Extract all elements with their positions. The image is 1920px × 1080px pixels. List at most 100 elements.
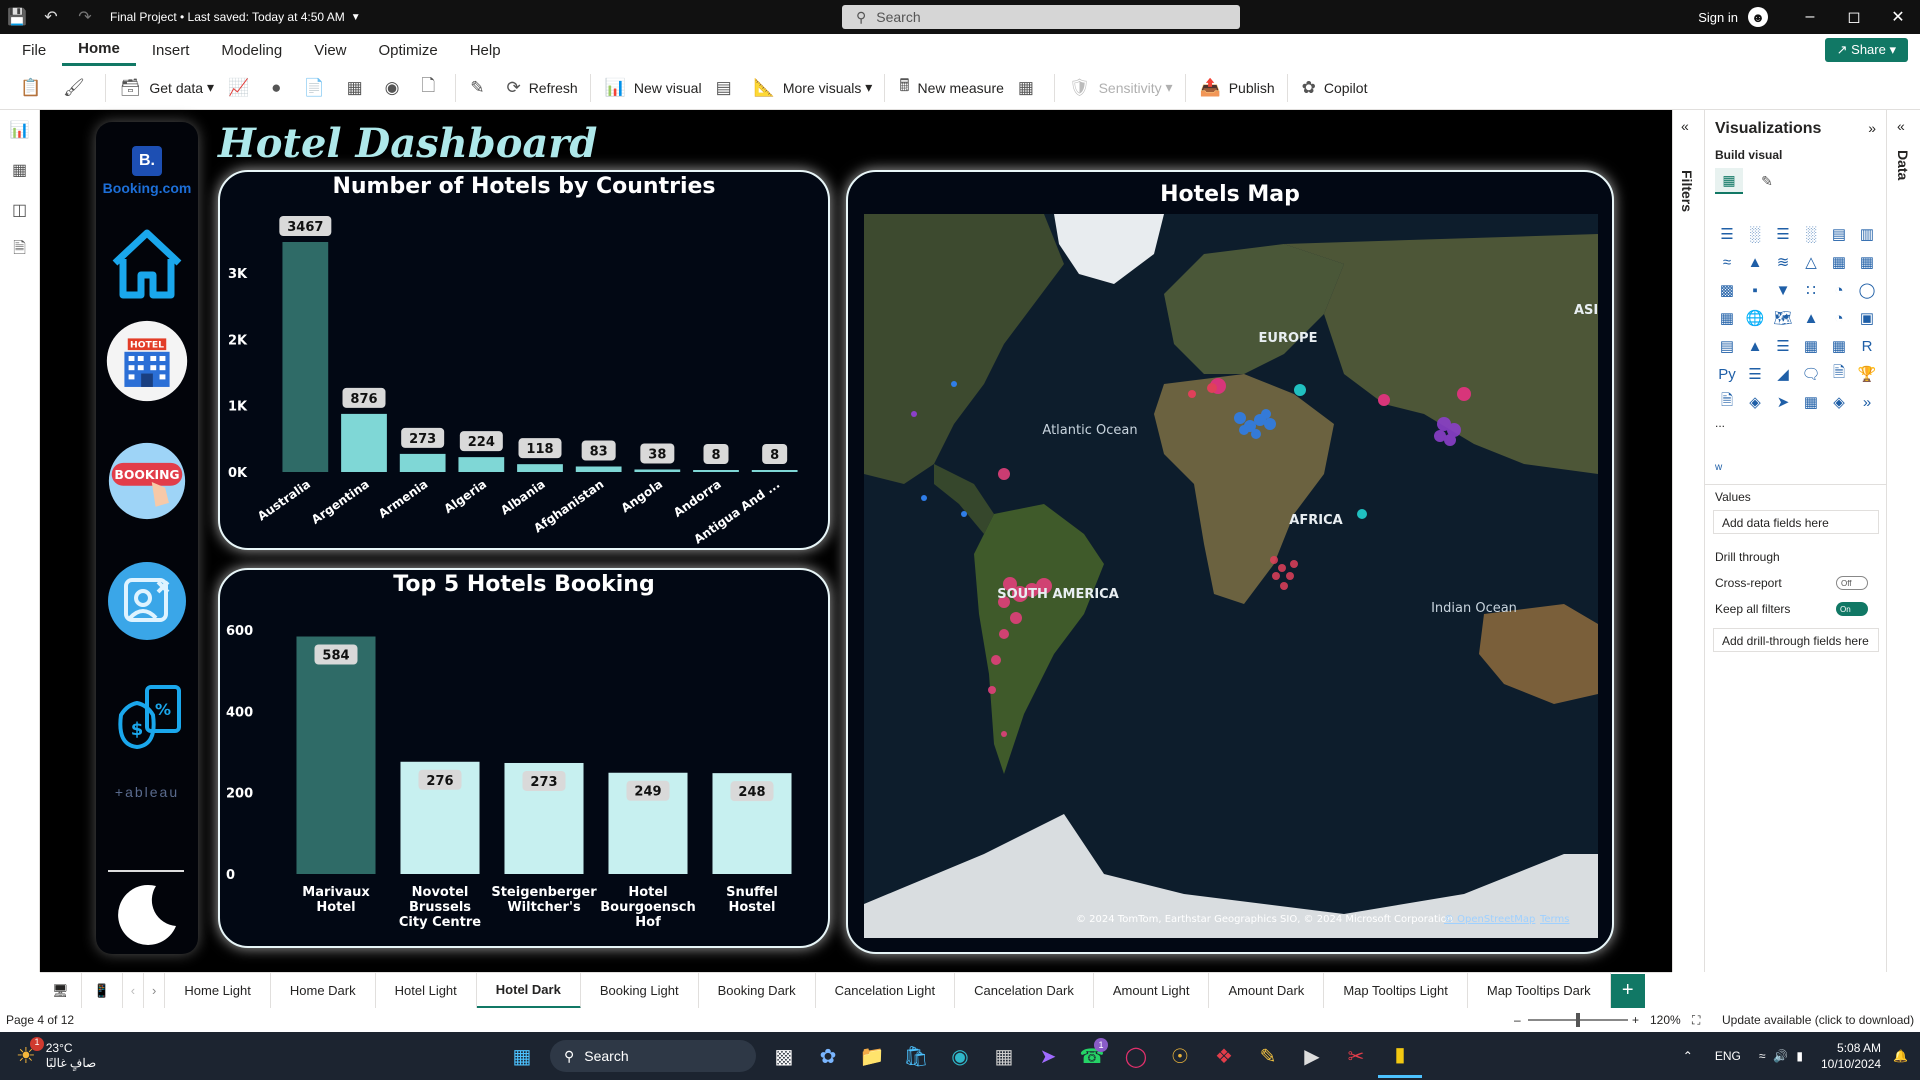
account-icon[interactable]: ☻	[1748, 7, 1768, 27]
line-clustered-icon[interactable]: ▦	[1853, 248, 1881, 276]
collapse-icon[interactable]: «	[1897, 118, 1905, 134]
more-visuals-button[interactable]: 📐 More visuals ▾	[754, 72, 873, 104]
menu-view[interactable]: View	[298, 34, 362, 66]
prev-page-icon[interactable]: ‹	[123, 972, 145, 1009]
page-tab[interactable]: Hotel Light	[376, 972, 477, 1009]
terminal-icon[interactable]: ▦	[982, 1034, 1026, 1078]
page-tab[interactable]: Map Tooltips Light	[1324, 972, 1468, 1009]
pie-icon[interactable]: ◔	[1825, 276, 1853, 304]
menu-modeling[interactable]: Modeling	[205, 34, 298, 66]
mobile-layout-icon[interactable]: 📱	[82, 972, 123, 1009]
hotels-map[interactable]: EUROPE ASIA AFRICA SOUTH AMERICA Atlanti…	[864, 214, 1598, 938]
chrome-icon[interactable]: ☉	[1158, 1034, 1202, 1078]
add-page-button[interactable]: +	[1610, 973, 1645, 1008]
key-influencers-icon[interactable]: ☰	[1741, 360, 1769, 388]
table-icon[interactable]: ▦	[1797, 332, 1825, 360]
paste-button[interactable]: 📋	[20, 72, 49, 104]
page-tab[interactable]: Cancelation Dark	[955, 972, 1094, 1009]
sql-button[interactable]: 📄	[303, 72, 332, 104]
map-icon[interactable]: 🌐	[1741, 304, 1769, 332]
save-icon[interactable]: 💾	[0, 0, 34, 34]
qa-icon[interactable]: 🗨	[1797, 360, 1825, 388]
collapse-icon[interactable]: «	[1681, 118, 1689, 134]
format-visual-tab-icon[interactable]: ✎	[1753, 168, 1781, 194]
zoom-in-icon[interactable]: +	[1632, 1013, 1639, 1027]
cross-report-toggle[interactable]: Off	[1836, 576, 1868, 590]
card-icon[interactable]: ▣	[1853, 304, 1881, 332]
clustered-column-icon[interactable]: ░	[1797, 220, 1825, 248]
expand-icon[interactable]: »	[1868, 120, 1876, 136]
windows-start-icon[interactable]: ▦	[500, 1034, 544, 1078]
stacked-bar-icon[interactable]: ☰	[1713, 220, 1741, 248]
drill-through-well[interactable]: Add drill-through fields here	[1713, 628, 1879, 652]
quick-measure-button[interactable]: ▦	[1018, 72, 1042, 104]
messenger-icon[interactable]: ➤	[1026, 1034, 1070, 1078]
search-box[interactable]: ⚲ Search	[842, 5, 1240, 29]
amount-nav-icon[interactable]: $%	[106, 674, 188, 756]
window-title[interactable]: Final Project • Last saved: Today at 4:5…	[110, 10, 345, 24]
filled-map-icon[interactable]: 🗺	[1769, 304, 1797, 332]
funnel-icon[interactable]: ▼	[1769, 276, 1797, 304]
page-tab[interactable]: Hotel Dark	[476, 972, 581, 1009]
decomposition-tree-icon[interactable]: ◢	[1769, 360, 1797, 388]
page-tab[interactable]: Amount Light	[1094, 972, 1210, 1009]
next-page-icon[interactable]: ›	[144, 972, 166, 1009]
close-button[interactable]: ✕	[1876, 7, 1920, 27]
page-tab[interactable]: Amount Dark	[1209, 972, 1325, 1009]
ribbon-chart-icon[interactable]: ▩	[1713, 276, 1741, 304]
task-view-icon[interactable]: ▩	[762, 1034, 806, 1078]
excel-button[interactable]: 📈	[228, 72, 257, 104]
page-tab[interactable]: Booking Dark	[699, 972, 816, 1009]
page-tab[interactable]: Cancelation Light	[816, 972, 956, 1009]
media-player-icon[interactable]: ▶	[1290, 1034, 1334, 1078]
power-automate-icon[interactable]: ➤	[1769, 388, 1797, 416]
tray-chevron-icon[interactable]: ⌃	[1683, 1049, 1693, 1063]
azure-map-icon[interactable]: ▲	[1797, 304, 1825, 332]
data-pane[interactable]: « Data	[1886, 110, 1920, 972]
fit-page-icon[interactable]: ⛶	[1692, 1013, 1700, 1028]
menu-optimize[interactable]: Optimize	[363, 34, 454, 66]
chevrons-icon[interactable]: »	[1853, 388, 1881, 416]
new-visual-button[interactable]: 📊 New visual	[605, 72, 702, 104]
dax-view-icon[interactable]: 🗎	[0, 230, 39, 270]
clustered-bar-icon[interactable]: ☰	[1769, 220, 1797, 248]
page-tab[interactable]: Map Tooltips Dark	[1468, 972, 1611, 1009]
power-apps-icon[interactable]: ◈	[1741, 388, 1769, 416]
zoom-level[interactable]: 120%	[1650, 1013, 1681, 1027]
power-bi-icon[interactable]: ▮	[1378, 1034, 1422, 1078]
multi-card-icon[interactable]: ▤	[1713, 332, 1741, 360]
refresh-button[interactable]: ⟳ Refresh	[506, 72, 577, 104]
clock[interactable]: 5:08 AM 10/10/2024	[1821, 1040, 1881, 1072]
zoom-slider[interactable]	[1528, 1013, 1628, 1027]
menu-file[interactable]: File	[6, 34, 62, 66]
language-indicator[interactable]: ENG	[1715, 1049, 1741, 1063]
build-visual-tab-icon[interactable]: ▦	[1715, 168, 1743, 194]
copilot-app-icon[interactable]: ✿	[806, 1034, 850, 1078]
waterfall-icon[interactable]: ▪	[1741, 276, 1769, 304]
redo-icon[interactable]: ↷	[68, 0, 102, 34]
whatsapp-icon[interactable]: ☎ 1	[1070, 1034, 1114, 1078]
area-100-icon[interactable]: △	[1797, 248, 1825, 276]
narrative-icon[interactable]: 🗎	[1825, 360, 1853, 388]
paginated-report-icon[interactable]: 🗎	[1713, 388, 1741, 416]
100-column-icon[interactable]: ▥	[1853, 220, 1881, 248]
weather-widget[interactable]: ☀ 1 23°C صافٍ غالبًا	[16, 1037, 96, 1071]
treemap-icon[interactable]: ▦	[1713, 304, 1741, 332]
line-column-icon[interactable]: ▦	[1825, 248, 1853, 276]
chevron-down-icon[interactable]: ▼	[351, 12, 361, 23]
keep-all-filters-toggle[interactable]: On	[1836, 602, 1868, 616]
stacked-area-icon[interactable]: ≋	[1769, 248, 1797, 276]
instagram-icon[interactable]: ◯	[1114, 1034, 1158, 1078]
text-box-button[interactable]: ▤	[716, 72, 740, 104]
scatter-icon[interactable]: ∷	[1797, 276, 1825, 304]
values-well[interactable]: Add data fields here	[1713, 510, 1879, 534]
dataverse-button[interactable]: ◉	[385, 72, 408, 104]
moon-icon[interactable]	[106, 874, 188, 956]
matrix-icon[interactable]: ▦	[1825, 332, 1853, 360]
page-tab[interactable]: Home Light	[165, 972, 271, 1009]
zoom-out-icon[interactable]: –	[1514, 1013, 1521, 1027]
cancelation-nav-icon[interactable]	[106, 560, 188, 642]
donut-icon[interactable]: ◯	[1853, 276, 1881, 304]
line-chart-icon[interactable]: ≈	[1713, 248, 1741, 276]
undo-icon[interactable]: ↶	[34, 0, 68, 34]
